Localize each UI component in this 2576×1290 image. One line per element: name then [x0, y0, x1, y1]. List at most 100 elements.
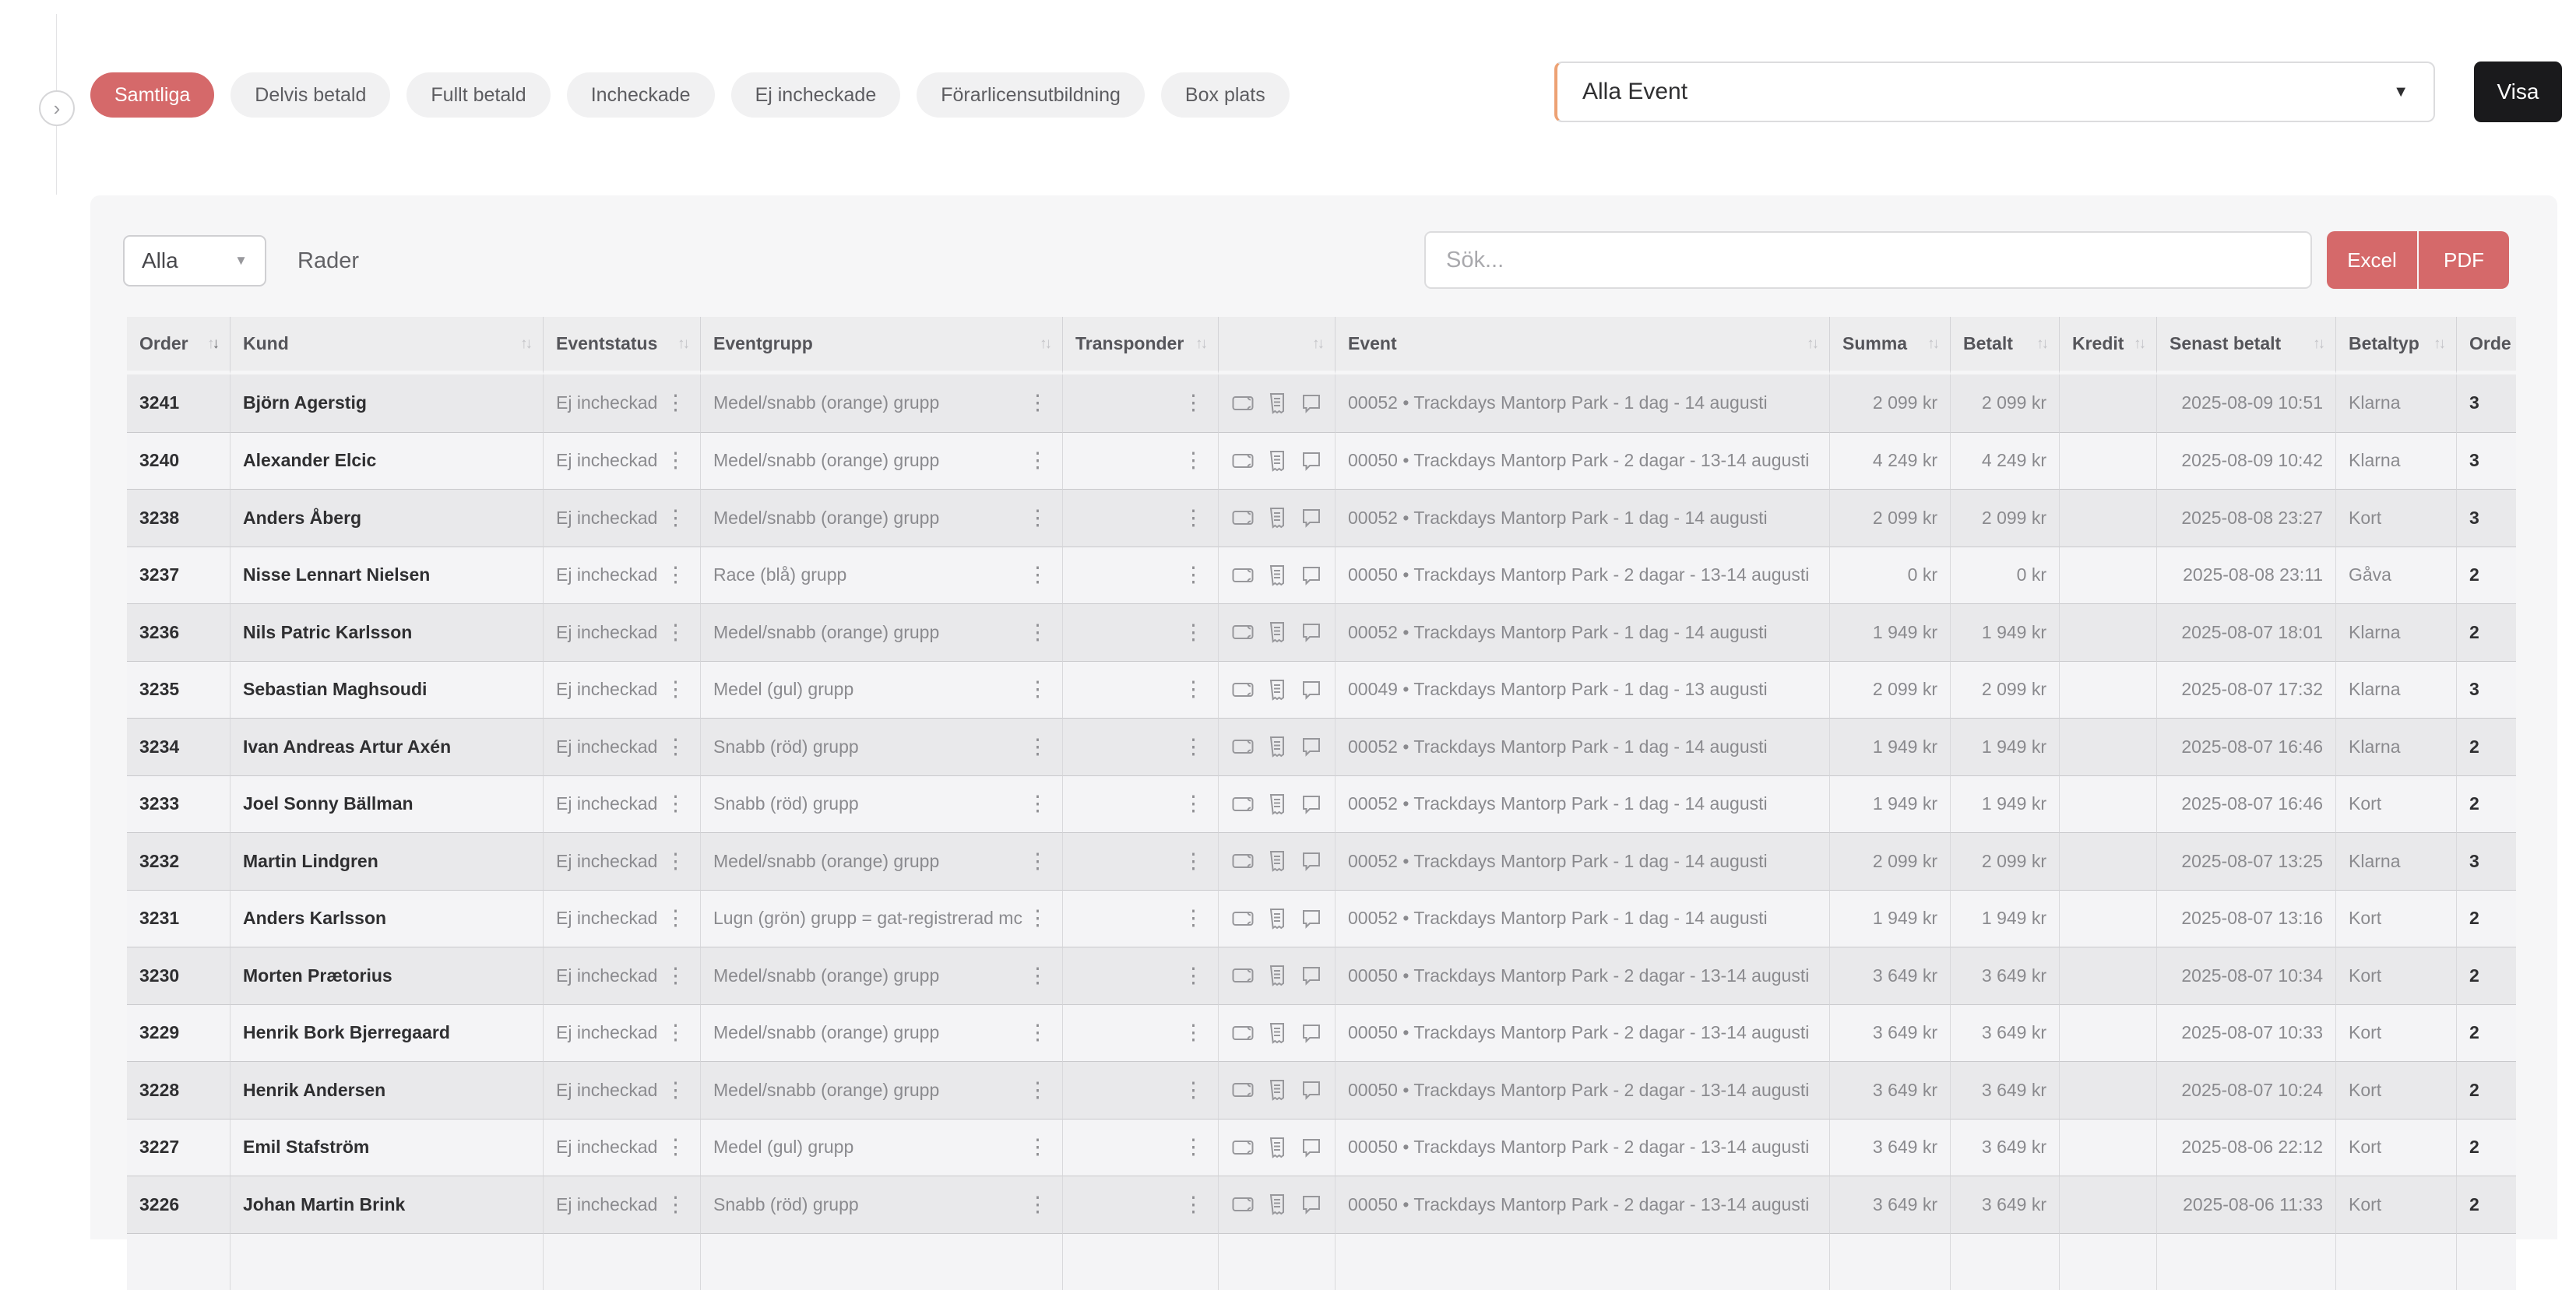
ticket-icon[interactable]	[1231, 392, 1255, 415]
row-menu-icon[interactable]: ⋮	[663, 908, 688, 929]
table-row[interactable]: 3235Sebastian MaghsoudiEj incheckad⋮Mede…	[127, 661, 2516, 719]
chat-icon[interactable]	[1300, 1021, 1323, 1045]
row-menu-icon[interactable]: ⋮	[663, 736, 688, 757]
receipt-icon[interactable]	[1265, 964, 1289, 987]
receipt-icon[interactable]	[1265, 1021, 1289, 1045]
chat-icon[interactable]	[1300, 620, 1323, 644]
sort-arrows-icon[interactable]: ↑↓	[2433, 336, 2444, 353]
ticket-icon[interactable]	[1231, 564, 1255, 587]
row-menu-icon[interactable]: ⋮	[663, 508, 688, 529]
receipt-icon[interactable]	[1265, 564, 1289, 587]
column-header-senast_betalt[interactable]: Senast betalt↑↓	[2157, 317, 2336, 374]
sort-arrows-icon[interactable]: ↑↓	[1040, 336, 1050, 353]
row-menu-icon[interactable]: ⋮	[1181, 1022, 1205, 1043]
sort-arrows-icon[interactable]: ↑↓	[1927, 336, 1937, 353]
sort-arrows-icon[interactable]: ↑↓	[2134, 336, 2144, 353]
table-row[interactable]: 3241Björn AgerstigEj incheckad⋮Medel/sna…	[127, 374, 2516, 432]
row-menu-icon[interactable]: ⋮	[1026, 1022, 1050, 1043]
row-menu-icon[interactable]: ⋮	[1026, 450, 1050, 471]
receipt-icon[interactable]	[1265, 1078, 1289, 1102]
row-menu-icon[interactable]: ⋮	[1026, 965, 1050, 986]
row-menu-icon[interactable]: ⋮	[1026, 908, 1050, 929]
chat-icon[interactable]	[1300, 506, 1323, 529]
column-header-kredit[interactable]: Kredit↑↓	[2060, 317, 2157, 374]
row-menu-icon[interactable]: ⋮	[663, 679, 688, 700]
table-row[interactable]: 3227Emil StafströmEj incheckad⋮Medel (gu…	[127, 1119, 2516, 1176]
chat-icon[interactable]	[1300, 1136, 1323, 1159]
table-row[interactable]: 3236Nils Patric KarlssonEj incheckad⋮Med…	[127, 603, 2516, 661]
filter-chip-ej-incheckade[interactable]: Ej incheckade	[731, 72, 901, 118]
ticket-icon[interactable]	[1231, 1021, 1255, 1045]
column-header-orderrader[interactable]: Orde↑↓	[2457, 317, 2516, 374]
receipt-icon[interactable]	[1265, 1193, 1289, 1216]
row-menu-icon[interactable]: ⋮	[1026, 1194, 1050, 1215]
row-menu-icon[interactable]: ⋮	[1181, 1080, 1205, 1101]
table-row[interactable]: 3229Henrik Bork BjerregaardEj incheckad⋮…	[127, 1004, 2516, 1062]
row-menu-icon[interactable]: ⋮	[1181, 1137, 1205, 1158]
row-menu-icon[interactable]: ⋮	[1181, 908, 1205, 929]
column-header-kund[interactable]: Kund↑↓	[231, 317, 544, 374]
table-row[interactable]: 3238Anders ÅbergEj incheckad⋮Medel/snabb…	[127, 489, 2516, 547]
search-input[interactable]	[1424, 231, 2312, 289]
column-header-eventstatus[interactable]: Eventstatus↑↓	[544, 317, 701, 374]
row-menu-icon[interactable]: ⋮	[1181, 851, 1205, 872]
row-menu-icon[interactable]: ⋮	[663, 1194, 688, 1215]
chat-icon[interactable]	[1300, 1078, 1323, 1102]
column-header-transponder[interactable]: Transponder↑↓	[1063, 317, 1219, 374]
chat-icon[interactable]	[1300, 449, 1323, 473]
table-row[interactable]: 3237Nisse Lennart NielsenEj incheckad⋮Ra…	[127, 547, 2516, 604]
chat-icon[interactable]	[1300, 964, 1323, 987]
chat-icon[interactable]	[1300, 392, 1323, 415]
row-menu-icon[interactable]: ⋮	[1026, 1137, 1050, 1158]
event-select[interactable]: Alla Event ▼	[1554, 62, 2435, 122]
ticket-icon[interactable]	[1231, 907, 1255, 930]
column-header-summa[interactable]: Summa↑↓	[1830, 317, 1951, 374]
filter-chip-samtliga[interactable]: Samtliga	[90, 72, 214, 118]
column-header-betaltyp[interactable]: Betaltyp↑↓	[2336, 317, 2457, 374]
ticket-icon[interactable]	[1231, 849, 1255, 873]
row-menu-icon[interactable]: ⋮	[663, 392, 688, 413]
ticket-icon[interactable]	[1231, 678, 1255, 701]
row-menu-icon[interactable]: ⋮	[1181, 564, 1205, 585]
chat-icon[interactable]	[1300, 907, 1323, 930]
ticket-icon[interactable]	[1231, 449, 1255, 473]
row-menu-icon[interactable]: ⋮	[663, 622, 688, 643]
row-menu-icon[interactable]: ⋮	[663, 793, 688, 814]
ticket-icon[interactable]	[1231, 620, 1255, 644]
filter-chip-f-rarlicensutbildning[interactable]: Förarlicensutbildning	[917, 72, 1145, 118]
visa-button[interactable]: Visa	[2474, 62, 2562, 122]
ticket-icon[interactable]	[1231, 506, 1255, 529]
chat-icon[interactable]	[1300, 735, 1323, 758]
sort-arrows-icon[interactable]: ↑↓	[1312, 336, 1322, 353]
row-menu-icon[interactable]: ⋮	[663, 564, 688, 585]
receipt-icon[interactable]	[1265, 678, 1289, 701]
receipt-icon[interactable]	[1265, 392, 1289, 415]
row-menu-icon[interactable]: ⋮	[1026, 851, 1050, 872]
row-menu-icon[interactable]: ⋮	[1181, 793, 1205, 814]
filter-chip-fullt-betald[interactable]: Fullt betald	[406, 72, 550, 118]
row-menu-icon[interactable]: ⋮	[1026, 736, 1050, 757]
ticket-icon[interactable]	[1231, 793, 1255, 816]
expand-sidebar-button[interactable]: ›	[39, 90, 75, 126]
receipt-icon[interactable]	[1265, 907, 1289, 930]
rows-per-page-select[interactable]: Alla ▼	[123, 235, 266, 286]
table-row[interactable]: 3234Ivan Andreas Artur AxénEj incheckad⋮…	[127, 718, 2516, 775]
row-menu-icon[interactable]: ⋮	[663, 450, 688, 471]
table-row[interactable]: 3232Martin LindgrenEj incheckad⋮Medel/sn…	[127, 832, 2516, 890]
row-menu-icon[interactable]: ⋮	[1181, 965, 1205, 986]
filter-chip-incheckade[interactable]: Incheckade	[567, 72, 715, 118]
receipt-icon[interactable]	[1265, 506, 1289, 529]
row-menu-icon[interactable]: ⋮	[663, 1137, 688, 1158]
sort-arrows-icon[interactable]: ↑↓	[1195, 336, 1205, 353]
row-menu-icon[interactable]: ⋮	[1026, 1080, 1050, 1101]
chat-icon[interactable]	[1300, 564, 1323, 587]
ticket-icon[interactable]	[1231, 1193, 1255, 1216]
row-menu-icon[interactable]: ⋮	[663, 965, 688, 986]
sort-arrows-icon[interactable]: ↑↓	[1807, 336, 1817, 353]
sort-arrows-icon[interactable]: ↑↓	[207, 336, 217, 353]
table-row[interactable]: 3230Morten PrætoriusEj incheckad⋮Medel/s…	[127, 947, 2516, 1004]
row-menu-icon[interactable]: ⋮	[663, 851, 688, 872]
receipt-icon[interactable]	[1265, 449, 1289, 473]
receipt-icon[interactable]	[1265, 735, 1289, 758]
table-row[interactable]: 3228Henrik AndersenEj incheckad⋮Medel/sn…	[127, 1061, 2516, 1119]
